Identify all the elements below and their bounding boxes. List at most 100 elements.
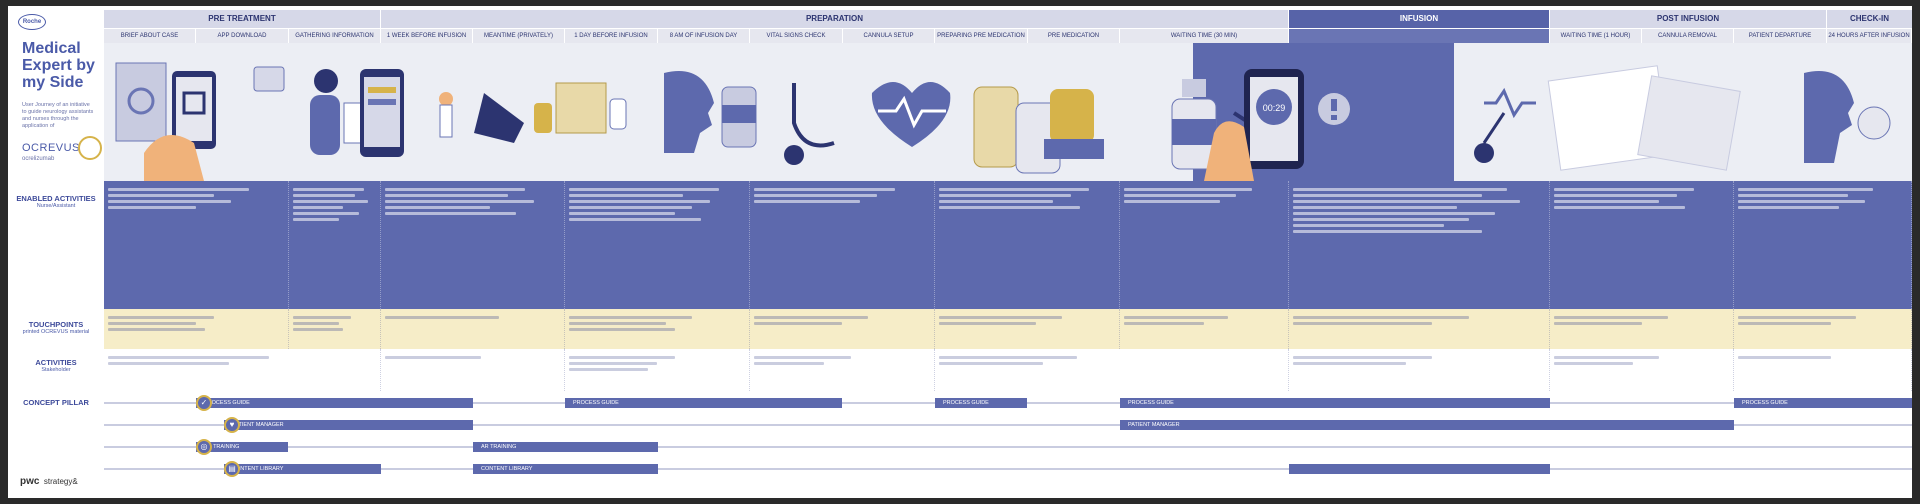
safe-icon	[115, 62, 167, 142]
step-8am-infusion-day: 8 AM OF INFUSION DAY	[658, 29, 750, 43]
step-meantime: MEANTIME (PRIVATELY)	[473, 29, 565, 43]
medicine-box-icon	[534, 82, 627, 134]
stethoscope-icon	[784, 83, 835, 165]
stakeholder-cell	[565, 349, 750, 391]
pillar-bar: AR TRAINING	[473, 442, 658, 452]
touchpoint-cell	[289, 309, 381, 349]
touchpoint-cell	[935, 309, 1120, 349]
concept-pillar-title: CONCEPT PILLAR	[23, 398, 89, 407]
page-description: User Journey of an initiative to guide n…	[22, 102, 94, 129]
heart-monitor-icon	[1474, 87, 1536, 163]
touchpoints-band	[104, 309, 1912, 349]
enabled-activities-band	[104, 181, 1912, 309]
touchpoint-cell	[1734, 309, 1912, 349]
roche-logo: Roche	[18, 14, 46, 30]
pwc-logo: pwc	[20, 476, 40, 487]
journey-board: Roche Medical Expert by my Side User Jou…	[8, 6, 1912, 498]
step-brief-about-case: BRIEF ABOUT CASE	[104, 29, 196, 43]
pillar-track-patient-manager: PATIENT MANAGER PATIENT MANAGER	[104, 420, 1912, 430]
touchpoint-cell	[381, 309, 565, 349]
brand-panel: Roche Medical Expert by my Side User Jou…	[8, 6, 104, 498]
step-preparing-pre-medication: PREPARING PRE MEDICATION	[935, 29, 1028, 43]
row-title-enabled: ENABLED ACTIVITIES	[16, 194, 96, 203]
pillar-bar	[1289, 464, 1550, 474]
page-title: Medical Expert by my Side	[22, 40, 95, 91]
patient-head-ok-icon	[1804, 71, 1891, 163]
phase-preparation: PREPARATION	[381, 10, 1288, 28]
enabled-cell	[1289, 181, 1550, 309]
footer-brands: pwc strategy&	[20, 476, 78, 487]
step-24-hours-after: 24 HOURS AFTER INFUSION	[1827, 29, 1912, 43]
library-icon: ▤	[224, 461, 240, 477]
pillar-bar: PATIENT MANAGER	[224, 420, 473, 430]
phase-post-infusion: POST INFUSION	[1550, 10, 1826, 28]
pillar-bar: PROCESS GUIDE	[1734, 398, 1912, 408]
step-patient-departure: PATIENT DEPARTURE	[1734, 29, 1827, 43]
infusion-timer: 00:29	[1263, 103, 1286, 113]
touchpoint-cell	[104, 309, 289, 349]
thumbs-up-icon: ♥	[224, 417, 240, 433]
touchpoint-cell	[565, 309, 750, 349]
enabled-cell	[381, 181, 565, 309]
documents-icon	[1547, 65, 1741, 171]
illustration-strip: 00:29	[104, 43, 1912, 181]
enabled-cell	[1734, 181, 1912, 309]
row-label-stakeholder: ACTIVITIES Stakeholder	[8, 358, 104, 373]
ar-icon: ◎	[196, 439, 212, 455]
row-title-touchpoints: TOUCHPOINTS	[28, 320, 84, 329]
stakeholder-cell	[750, 349, 935, 391]
heart-icon	[871, 82, 951, 147]
pillar-bar: PROCESS GUIDE	[935, 398, 1027, 408]
touchpoint-cell	[1550, 309, 1734, 349]
checklist-icon: ✓	[196, 395, 212, 411]
step-gathering-information: GATHERING INFORMATION	[289, 29, 381, 43]
step-1-week-before: 1 WEEK BEFORE INFUSION	[381, 29, 473, 43]
nurse-figure-icon	[253, 66, 375, 155]
product-subname: ocrelizumab	[22, 156, 55, 162]
pillar-bar: PROCESS GUIDE	[196, 398, 473, 408]
row-label-touchpoints: TOUCHPOINTS printed OCREVUS material	[8, 320, 104, 335]
enabled-cell	[750, 181, 935, 309]
enabled-cell	[565, 181, 750, 309]
pillar-track-content-library: CONTENT LIBRARY CONTENT LIBRARY	[104, 464, 1912, 474]
strategy-logo: strategy&	[43, 477, 78, 486]
enabled-cell	[1550, 181, 1734, 309]
step-app-download: APP DOWNLOAD	[196, 29, 289, 43]
stakeholder-cell	[104, 349, 381, 391]
phase-pre-treatment: PRE TREATMENT	[104, 10, 380, 28]
row-sub-stakeholder: Stakeholder	[41, 367, 71, 373]
pillar-track-process-guide: PROCESS GUIDE PROCESS GUIDE PROCESS GUID…	[104, 398, 1912, 408]
step-vital-signs: VITAL SIGNS CHECK	[750, 29, 843, 43]
pillar-track-ar-training: AR TRAINING AR TRAINING	[104, 442, 1912, 452]
pillar-bar: PATIENT MANAGER	[1120, 420, 1734, 430]
enabled-cell	[104, 181, 289, 309]
head-silhouette-icon	[664, 71, 757, 153]
enabled-cell	[289, 181, 381, 309]
phase-check-in: CHECK-IN	[1827, 10, 1912, 28]
pillar-bar: PROCESS GUIDE	[565, 398, 842, 408]
enabled-cell	[935, 181, 1120, 309]
smartphone-icon	[360, 69, 404, 157]
alert-icon	[1318, 93, 1350, 125]
pill-jars-icon	[973, 86, 1104, 174]
step-infusion	[1289, 29, 1550, 43]
row-sub-touchpoints: printed OCREVUS material	[22, 329, 90, 335]
row-sub-enabled: Nurse/Assistant	[36, 203, 76, 209]
phase-infusion: INFUSION	[1289, 10, 1549, 28]
stakeholder-cell	[935, 349, 1289, 391]
treatment-chair-icon	[439, 92, 524, 143]
product-name: OCREVUS	[22, 142, 80, 154]
step-pre-medication: PRE MEDICATION	[1028, 29, 1120, 43]
step-cannula-setup: CANNULA SETUP	[843, 29, 935, 43]
step-waiting-30: WAITING TIME (30 MIN)	[1120, 29, 1289, 43]
enabled-cell	[1120, 181, 1289, 309]
step-cannula-removal: CANNULA REMOVAL	[1642, 29, 1734, 43]
stakeholder-cell	[381, 349, 565, 391]
product-logo-ring-icon	[78, 136, 102, 160]
stakeholder-cell	[1550, 349, 1734, 391]
touchpoint-cell	[1289, 309, 1550, 349]
step-1-day-before: 1 DAY BEFORE INFUSION	[565, 29, 658, 43]
step-waiting-1-hour: WAITING TIME (1 HOUR)	[1550, 29, 1642, 43]
pillar-bar: PROCESS GUIDE	[1120, 398, 1550, 408]
journey-illustration: 00:29	[115, 43, 1891, 181]
